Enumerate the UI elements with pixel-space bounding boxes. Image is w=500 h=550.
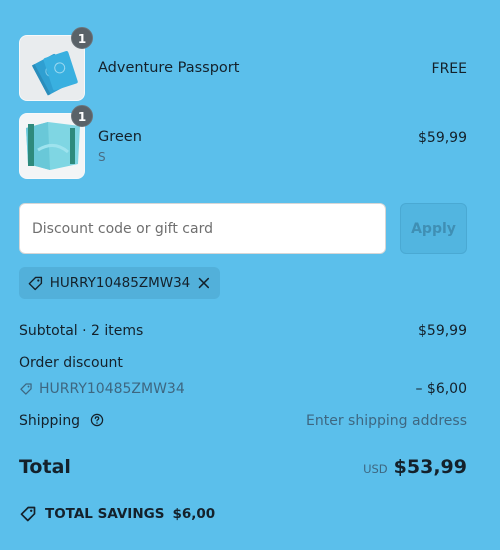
subtotal-value: $59,99: [418, 323, 467, 339]
quantity-badge: 1: [71, 105, 93, 127]
apply-discount-button[interactable]: Apply: [400, 203, 467, 254]
shipping-value: Enter shipping address: [306, 413, 467, 429]
item-price: $59,99: [418, 130, 467, 146]
line-item: 1 Green S $59,99: [19, 105, 467, 179]
total-row: Total USD $53,99: [19, 456, 467, 484]
subtotal-label: Subtotal · 2 items: [19, 323, 144, 339]
savings-value: $6,00: [172, 506, 216, 522]
item-variant: S: [98, 150, 106, 164]
product-thumbnail: 1: [19, 105, 93, 179]
item-price: FREE: [431, 61, 467, 77]
tag-icon: [20, 383, 32, 395]
total-label: Total: [19, 456, 71, 478]
line-item: 1 Adventure Passport FREE: [19, 27, 467, 101]
total-value: $53,99: [393, 456, 467, 478]
applied-code: HURRY10485ZMW34: [49, 275, 191, 291]
item-title: Adventure Passport: [98, 60, 240, 76]
remove-discount-icon[interactable]: [196, 275, 212, 291]
order-discount-label: Order discount: [19, 355, 123, 371]
applied-discount-chip: HURRY10485ZMW34: [19, 267, 220, 299]
tag-icon: [28, 276, 43, 290]
discount-code-text: HURRY10485ZMW34: [39, 381, 185, 397]
discount-value: – $6,00: [415, 381, 467, 397]
tag-icon: [20, 506, 36, 522]
total-savings: TOTAL SAVINGS $6,00: [19, 505, 215, 523]
savings-label: TOTAL SAVINGS: [45, 506, 165, 522]
shipping-label-wrap: Shipping: [19, 413, 104, 429]
quantity-badge: 1: [71, 27, 93, 49]
discount-code-input[interactable]: [19, 203, 386, 254]
currency-code: USD: [363, 462, 388, 476]
item-title: Green: [98, 129, 142, 145]
shipping-label: Shipping: [19, 413, 81, 429]
discount-code-line: HURRY10485ZMW34: [19, 381, 185, 397]
help-icon[interactable]: [90, 413, 104, 427]
product-thumbnail: 1: [19, 27, 93, 101]
total-value-wrap: USD $53,99: [363, 456, 467, 478]
